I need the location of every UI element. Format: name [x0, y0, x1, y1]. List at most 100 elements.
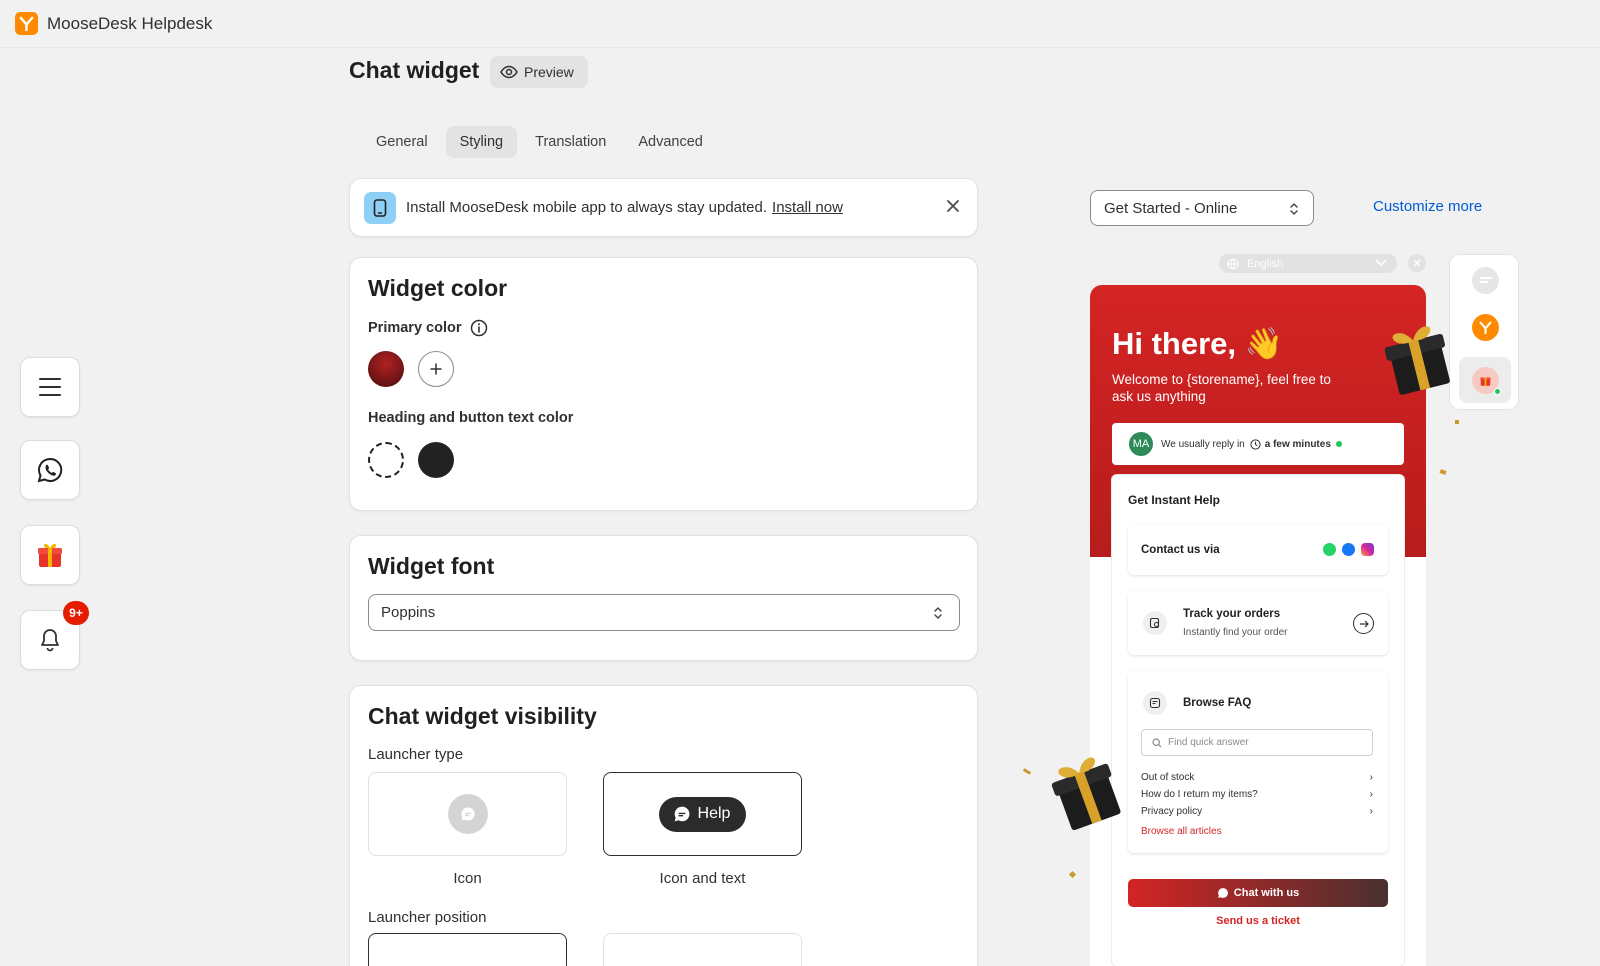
reply-time-box: MA We usually reply in a few minutes [1112, 423, 1404, 465]
facebook-icon [1342, 543, 1355, 556]
heading-color-label: Heading and button text color [368, 410, 574, 426]
launcher-option-icon-text[interactable]: Help [603, 772, 802, 856]
bell-icon [41, 629, 59, 652]
top-bar: MooseDesk Helpdesk [0, 0, 1600, 48]
widget-greeting: Hi there, 👋 [1112, 325, 1283, 362]
close-preview-icon[interactable] [1408, 254, 1426, 272]
agent-avatar: MA [1129, 432, 1153, 456]
gift-launcher-button[interactable] [1459, 357, 1511, 403]
primary-color-swatch[interactable] [368, 351, 404, 387]
greeting-text: Hi there, [1112, 326, 1237, 361]
contact-us-label: Contact us via [1141, 544, 1220, 556]
faq-title: Browse FAQ [1183, 697, 1252, 709]
tab-styling[interactable]: Styling [445, 126, 518, 158]
help-launcher-text: Help [697, 805, 731, 822]
search-icon [1152, 737, 1162, 747]
instant-help-title: Get Instant Help [1128, 493, 1221, 507]
chevron-right-icon: › [1369, 789, 1373, 800]
track-orders-card[interactable]: Track your orders Instantly find your or… [1128, 591, 1388, 655]
globe-icon [1227, 257, 1239, 270]
browse-all-articles-link[interactable]: Browse all articles [1141, 826, 1222, 837]
eye-icon [500, 65, 518, 79]
select-chevron-icon [1290, 203, 1298, 215]
install-app-banner: Install MooseDesk mobile app to always s… [349, 178, 978, 237]
info-icon[interactable] [470, 319, 488, 337]
chat-with-us-label: Chat with us [1233, 887, 1300, 899]
moosedesk-logo-icon [15, 12, 38, 35]
primary-color-label-row: Primary color [368, 319, 488, 337]
whatsapp-icon [37, 457, 63, 483]
customize-more-link[interactable]: Customize more [1373, 198, 1482, 215]
confetti [1455, 420, 1459, 424]
text-color-black-swatch[interactable] [418, 442, 454, 478]
instagram-icon [1361, 543, 1374, 556]
preview-button[interactable]: Preview [490, 56, 588, 88]
widget-launcher-sidebar [1449, 254, 1519, 410]
tab-advanced[interactable]: Advanced [624, 126, 717, 158]
launcher-position-label: Launcher position [368, 909, 487, 926]
launcher-type-label: Launcher type [368, 746, 464, 763]
confetti [1022, 768, 1032, 775]
preview-state-select[interactable]: Get Started - Online [1090, 190, 1314, 226]
faq-item[interactable]: How do I return my items? › [1141, 789, 1373, 800]
faq-icon [1143, 691, 1167, 715]
visibility-title: Chat widget visibility [368, 703, 597, 729]
waving-hand-icon: 👋 [1244, 326, 1284, 361]
faq-search-input[interactable]: Find quick answer [1141, 729, 1373, 756]
gift-icon [38, 543, 62, 567]
menu-button[interactable] [20, 357, 80, 417]
tab-bar: General Styling Translation Advanced [362, 126, 717, 158]
install-now-link[interactable]: Install now [772, 199, 843, 216]
launcher-position-option-left[interactable] [368, 933, 567, 966]
contact-us-card[interactable]: Contact us via [1128, 525, 1388, 575]
browse-faq-card: Browse FAQ Find quick answer Out of stoc… [1128, 671, 1388, 853]
widget-color-card: Widget color Primary color Heading and b… [349, 257, 978, 511]
widget-body: Get Instant Help Contact us via Track yo… [1112, 475, 1404, 966]
confetti [1439, 469, 1447, 475]
launcher-option-icon[interactable] [368, 772, 567, 856]
chat-with-us-button[interactable]: Chat with us [1128, 879, 1388, 907]
hamburger-icon [39, 378, 61, 396]
faq-item[interactable]: Out of stock › [1141, 772, 1373, 783]
clock-icon [1250, 438, 1261, 450]
language-value: English [1247, 257, 1284, 270]
faq-item[interactable]: Privacy policy › [1141, 806, 1373, 817]
social-icons [1323, 543, 1374, 556]
launcher-caption-icon-text: Icon and text [659, 870, 746, 887]
page-title: Chat widget [349, 57, 480, 83]
track-orders-title: Track your orders [1183, 608, 1281, 620]
gift-button[interactable] [20, 525, 80, 585]
language-select[interactable]: English [1219, 254, 1397, 273]
send-ticket-link[interactable]: Send us a ticket [1128, 915, 1388, 927]
notification-badge: 9+ [63, 601, 89, 625]
moosedesk-logo-icon[interactable] [1472, 314, 1499, 341]
online-dot [1493, 387, 1501, 395]
welcome-text: Welcome to {storename}, feel free to ask… [1112, 372, 1331, 404]
notifications-button[interactable]: 9+ [20, 601, 89, 670]
close-icon[interactable] [945, 198, 961, 219]
faq-item-label: Privacy policy [1141, 806, 1203, 817]
tab-general[interactable]: General [362, 126, 442, 158]
message-icon[interactable] [1472, 267, 1499, 294]
preview-label: Preview [524, 64, 574, 80]
plus-icon [430, 363, 442, 375]
order-search-icon [1143, 611, 1167, 635]
decorative-gift-icon [1050, 748, 1122, 837]
faq-item-label: Out of stock [1141, 772, 1195, 783]
whatsapp-button[interactable] [20, 440, 80, 500]
launcher-position-option-right[interactable] [603, 933, 802, 966]
widget-color-title: Widget color [368, 275, 508, 301]
reply-prefix: We usually reply in [1161, 438, 1245, 450]
help-launcher-preview: Help [658, 796, 747, 832]
preview-state-value: Get Started - Online [1104, 199, 1238, 217]
font-select[interactable]: Poppins [368, 594, 960, 631]
app-title: MooseDesk Helpdesk [47, 13, 213, 33]
select-chevron-icon [934, 607, 942, 619]
font-select-value: Poppins [381, 604, 436, 621]
text-color-white-swatch[interactable] [368, 442, 404, 478]
tab-translation[interactable]: Translation [521, 126, 620, 158]
confetti [1068, 870, 1077, 879]
chat-bubble-icon [447, 794, 488, 834]
add-color-button[interactable] [418, 351, 454, 387]
banner-text: Install MooseDesk mobile app to always s… [406, 199, 768, 216]
